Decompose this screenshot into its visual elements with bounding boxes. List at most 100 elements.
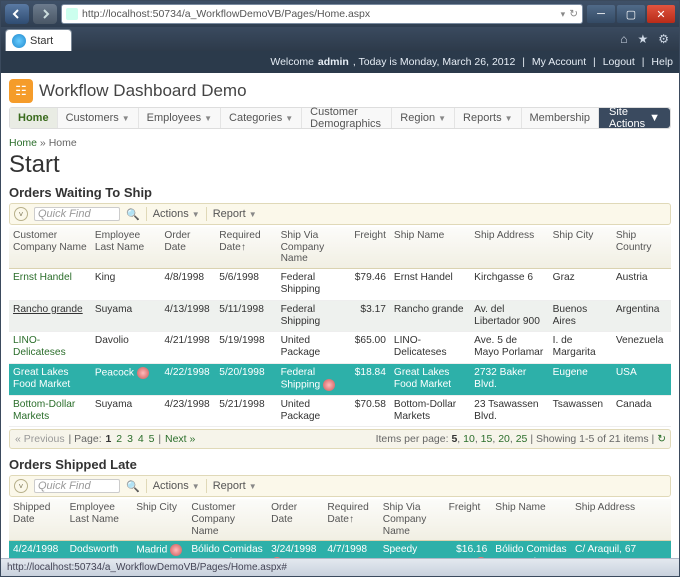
column-header[interactable]: Ship Via Company Name: [379, 499, 445, 541]
window-minimize-button[interactable]: ─: [587, 5, 615, 23]
report-menu[interactable]: Report▼: [213, 480, 257, 492]
my-account-link[interactable]: My Account: [532, 56, 586, 68]
row-link[interactable]: Great Lakes Food Market: [13, 367, 70, 390]
refresh-icon[interactable]: ↻: [569, 8, 578, 20]
section-title-waiting: Orders Waiting To Ship: [9, 185, 671, 200]
column-header[interactable]: Ship Country: [612, 227, 671, 269]
items-per-page-option[interactable]: 5: [451, 433, 457, 445]
column-header[interactable]: Order Date: [160, 227, 215, 269]
items-per-page-option[interactable]: 15: [481, 433, 493, 445]
column-header[interactable]: Required Date↑: [215, 227, 276, 269]
status-dot-icon: [170, 544, 182, 556]
grid-orders-waiting: Customer Company NameEmployee Last NameO…: [9, 227, 671, 427]
menu-categories[interactable]: Categories▼: [221, 108, 302, 128]
help-link[interactable]: Help: [651, 56, 673, 68]
quick-find-input[interactable]: Quick Find: [34, 207, 120, 221]
prev-page: « Previous: [15, 433, 65, 445]
row-link[interactable]: Bottom-Dollar Markets: [13, 399, 75, 422]
column-header[interactable]: Ship Via Company Name: [277, 227, 351, 269]
table-row[interactable]: Great Lakes Food MarketPeacock 4/22/1998…: [9, 363, 671, 395]
menu-customer-demographics[interactable]: Customer Demographics: [302, 108, 392, 128]
browser-tab[interactable]: Start: [5, 29, 72, 51]
page-number[interactable]: 2: [116, 433, 122, 445]
column-header[interactable]: Freight: [350, 227, 390, 269]
breadcrumb-root[interactable]: Home: [9, 137, 37, 149]
menu-employees[interactable]: Employees▼: [139, 108, 221, 128]
column-header[interactable]: Employee Last Name: [91, 227, 161, 269]
collapse-icon[interactable]: ˅: [14, 479, 28, 493]
search-icon[interactable]: 🔍: [126, 480, 140, 493]
table-row[interactable]: Ernst HandelKing4/8/19985/6/1998Federal …: [9, 269, 671, 300]
menu-home[interactable]: Home: [10, 108, 58, 128]
menu-region[interactable]: Region▼: [392, 108, 455, 128]
row-link[interactable]: 4/24/1998: [13, 544, 58, 555]
next-page[interactable]: Next »: [165, 433, 195, 445]
items-per-page-option[interactable]: 10: [463, 433, 475, 445]
refresh-grid-icon[interactable]: ↻: [657, 433, 666, 445]
breadcrumb: Home » Home: [9, 137, 671, 149]
account-bar: Welcome admin , Today is Monday, March 2…: [1, 51, 679, 73]
column-header[interactable]: Ship City: [132, 499, 187, 541]
page-number[interactable]: 4: [138, 433, 144, 445]
items-per-page-option[interactable]: 25: [516, 433, 528, 445]
status-bar: http://localhost:50734/a_WorkflowDemoVB/…: [1, 558, 679, 576]
column-header[interactable]: Freight: [445, 499, 492, 541]
section-title-late: Orders Shipped Late: [9, 457, 671, 472]
column-header[interactable]: Customer Company Name: [187, 499, 267, 541]
status-dot-icon: [137, 367, 149, 379]
page-number[interactable]: 5: [149, 433, 155, 445]
url-dropdown-icon[interactable]: ▾: [561, 9, 566, 20]
menu-customers[interactable]: Customers▼: [58, 108, 139, 128]
window-close-button[interactable]: ✕: [647, 5, 675, 23]
column-header[interactable]: Ship Name: [491, 499, 571, 541]
collapse-icon[interactable]: ˅: [14, 207, 28, 221]
quick-find-input[interactable]: Quick Find: [34, 479, 120, 493]
column-header[interactable]: Ship Address: [470, 227, 548, 269]
app-logo-icon: ☷: [9, 79, 33, 103]
page-icon: [66, 8, 78, 20]
grid1-toolbar: ˅ Quick Find 🔍 Actions▼ Report▼: [9, 203, 671, 225]
page-number[interactable]: 1: [106, 433, 112, 445]
grid2-toolbar: ˅ Quick Find 🔍 Actions▼ Report▼: [9, 475, 671, 497]
actions-menu[interactable]: Actions▼: [153, 480, 200, 492]
search-icon[interactable]: 🔍: [126, 208, 140, 221]
column-header[interactable]: Shipped Date: [9, 499, 66, 541]
table-row[interactable]: Bottom-Dollar MarketsSuyama4/23/19985/21…: [9, 395, 671, 426]
tab-title: Start: [30, 35, 53, 47]
menu-membership[interactable]: Membership: [522, 108, 600, 128]
favorites-icon[interactable]: ★: [637, 32, 648, 46]
logout-link[interactable]: Logout: [603, 56, 635, 68]
column-header[interactable]: Required Date↑: [323, 499, 378, 541]
table-row[interactable]: 4/24/1998DodsworthMadrid Bólido Comidas …: [9, 541, 671, 558]
column-header[interactable]: Ship Name: [390, 227, 470, 269]
page-number[interactable]: 3: [127, 433, 133, 445]
column-header[interactable]: Ship Address: [571, 499, 671, 541]
nav-back-button[interactable]: [5, 4, 29, 24]
window-maximize-button[interactable]: ▢: [617, 5, 645, 23]
home-icon[interactable]: ⌂: [620, 32, 627, 46]
address-bar[interactable]: http://localhost:50734/a_WorkflowDemoVB/…: [61, 4, 583, 24]
table-row[interactable]: LINO-DelicatesesDavolio4/21/19985/19/199…: [9, 332, 671, 363]
status-dot-icon: [323, 379, 335, 391]
column-header[interactable]: Customer Company Name: [9, 227, 91, 269]
items-per-page-option[interactable]: 20: [498, 433, 510, 445]
grid1-pager: « Previous | Page: 1 2 3 4 5 | Next »Ite…: [9, 429, 671, 449]
page-title: Start: [9, 151, 671, 179]
grid-orders-late: Shipped DateEmployee Last NameShip CityC…: [9, 499, 671, 558]
actions-menu[interactable]: Actions▼: [153, 208, 200, 220]
row-link[interactable]: Rancho grande: [13, 304, 83, 315]
app-title: Workflow Dashboard Demo: [39, 81, 247, 101]
table-row[interactable]: Rancho grandeSuyama4/13/19985/11/1998Fed…: [9, 300, 671, 331]
menu-reports[interactable]: Reports▼: [455, 108, 521, 128]
main-menu: HomeCustomers▼Employees▼Categories▼Custo…: [9, 107, 671, 129]
report-menu[interactable]: Report▼: [213, 208, 257, 220]
row-link[interactable]: Ernst Handel: [13, 272, 72, 283]
tools-icon[interactable]: ⚙: [658, 32, 669, 46]
column-header[interactable]: Ship City: [549, 227, 612, 269]
url-text: http://localhost:50734/a_WorkflowDemoVB/…: [82, 8, 370, 20]
column-header[interactable]: Employee Last Name: [66, 499, 133, 541]
site-actions-button[interactable]: Site Actions▼: [599, 108, 670, 128]
column-header[interactable]: Order Date: [267, 499, 323, 541]
row-link[interactable]: LINO-Delicateses: [13, 335, 66, 358]
current-user: admin: [318, 56, 349, 68]
